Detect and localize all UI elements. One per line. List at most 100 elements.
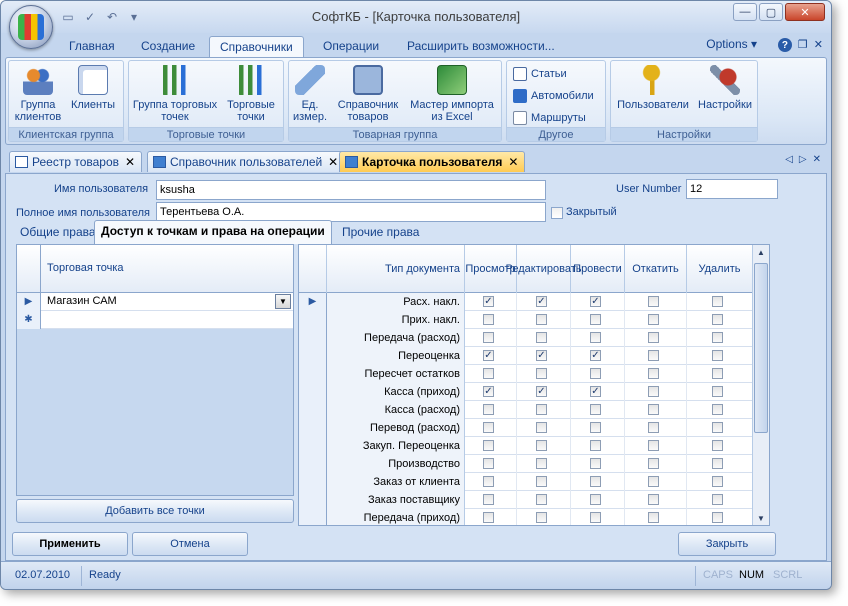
product-catalog-button[interactable]: Справочник товаров [333, 65, 403, 123]
unchecked-checkbox[interactable] [590, 476, 601, 487]
tab-general-rights[interactable]: Общие права [14, 222, 102, 244]
unchecked-checkbox[interactable] [536, 368, 547, 379]
apply-button[interactable]: Применить [12, 532, 128, 556]
unchecked-checkbox[interactable] [648, 368, 659, 379]
unchecked-checkbox[interactable] [590, 458, 601, 469]
unchecked-checkbox[interactable] [648, 350, 659, 361]
unchecked-checkbox[interactable] [648, 314, 659, 325]
tab-operations[interactable]: Операции [313, 36, 389, 57]
maximize-button[interactable]: ▢ [759, 3, 783, 21]
unchecked-checkbox[interactable] [712, 404, 723, 415]
unchecked-checkbox[interactable] [483, 494, 494, 505]
unchecked-checkbox[interactable] [590, 494, 601, 505]
tab-point-access[interactable]: Доступ к точкам и права на операции [94, 220, 332, 244]
checked-checkbox[interactable]: ✓ [483, 350, 494, 361]
unchecked-checkbox[interactable] [712, 494, 723, 505]
vertical-scrollbar[interactable]: ▲ ▼ [752, 245, 769, 525]
table-row[interactable]: ▶ Расх. накл. ✓ ✓ ✓ [299, 293, 753, 311]
table-row[interactable]: Переоценка ✓ ✓ ✓ [299, 347, 753, 365]
close-tab-icon[interactable]: ✕ [125, 152, 135, 172]
close-tab-icon[interactable]: ✕ [328, 152, 338, 172]
unchecked-checkbox[interactable] [536, 314, 547, 325]
checked-checkbox[interactable]: ✓ [483, 296, 494, 307]
tab-references[interactable]: Справочники [209, 36, 304, 57]
unchecked-checkbox[interactable] [590, 422, 601, 433]
users-button[interactable]: Пользователи [613, 65, 693, 111]
unchecked-checkbox[interactable] [590, 404, 601, 415]
checked-checkbox[interactable]: ✓ [590, 386, 601, 397]
checked-checkbox[interactable]: ✓ [536, 296, 547, 307]
unchecked-checkbox[interactable] [648, 440, 659, 451]
unchecked-checkbox[interactable] [590, 440, 601, 451]
table-row[interactable]: Производство [299, 455, 753, 473]
unchecked-checkbox[interactable] [590, 368, 601, 379]
unchecked-checkbox[interactable] [712, 422, 723, 433]
table-row[interactable]: Касса (приход) ✓ ✓ ✓ [299, 383, 753, 401]
checked-checkbox[interactable]: ✓ [590, 296, 601, 307]
unchecked-checkbox[interactable] [648, 296, 659, 307]
cars-button[interactable]: Автомобили [513, 87, 594, 105]
checked-checkbox[interactable]: ✓ [536, 386, 547, 397]
unchecked-checkbox[interactable] [483, 332, 494, 343]
user-number-input[interactable]: 12 [686, 179, 778, 199]
tab-other-rights[interactable]: Прочие права [336, 222, 425, 244]
unchecked-checkbox[interactable] [712, 368, 723, 379]
unchecked-checkbox[interactable] [536, 458, 547, 469]
table-row[interactable]: Закуп. Переоценка [299, 437, 753, 455]
unchecked-checkbox[interactable] [648, 332, 659, 343]
tab-next-icon[interactable]: ▷ [799, 154, 807, 165]
unchecked-checkbox[interactable] [536, 476, 547, 487]
unchecked-checkbox[interactable] [712, 386, 723, 397]
checked-checkbox[interactable]: ✓ [536, 350, 547, 361]
unchecked-checkbox[interactable] [536, 404, 547, 415]
routes-button[interactable]: Маршруты [513, 109, 586, 127]
unchecked-checkbox[interactable] [712, 332, 723, 343]
scroll-down-icon[interactable]: ▼ [753, 511, 769, 525]
unchecked-checkbox[interactable] [590, 332, 601, 343]
column-header-doc-type[interactable]: Тип документа [327, 245, 465, 293]
unchecked-checkbox[interactable] [712, 512, 723, 523]
table-row[interactable]: Передача (расход) [299, 329, 753, 347]
table-row[interactable]: Заказ от клиента [299, 473, 753, 491]
unchecked-checkbox[interactable] [483, 404, 494, 415]
column-header-post[interactable]: Провести [571, 245, 625, 293]
checked-checkbox[interactable]: ✓ [590, 350, 601, 361]
unchecked-checkbox[interactable] [648, 386, 659, 397]
restore-icon[interactable]: ❐ [798, 38, 808, 52]
username-input[interactable]: ksusha [156, 180, 546, 200]
checked-checkbox[interactable]: ✓ [483, 386, 494, 397]
tab-prev-icon[interactable]: ◁ [785, 154, 793, 165]
scroll-up-icon[interactable]: ▲ [753, 245, 769, 261]
unchecked-checkbox[interactable] [483, 476, 494, 487]
help-icon[interactable]: ? [777, 38, 792, 52]
table-row[interactable]: ▶ Магазин САМ ▼ [17, 293, 293, 311]
unchecked-checkbox[interactable] [712, 314, 723, 325]
unchecked-checkbox[interactable] [536, 332, 547, 343]
minimize-button[interactable]: — [733, 3, 757, 21]
tab-extend[interactable]: Расширить возможности... [397, 36, 565, 57]
scroll-thumb[interactable] [754, 263, 768, 433]
new-row[interactable]: ✱ [17, 311, 293, 329]
unchecked-checkbox[interactable] [712, 458, 723, 469]
unchecked-checkbox[interactable] [648, 422, 659, 433]
tab-create[interactable]: Создание [131, 36, 205, 57]
unchecked-checkbox[interactable] [590, 314, 601, 325]
options-menu[interactable]: Options ▾ [706, 37, 757, 51]
unchecked-checkbox[interactable] [712, 476, 723, 487]
clients-button[interactable]: Клиенты [67, 65, 119, 111]
units-button[interactable]: Ед. измер. [289, 65, 331, 123]
client-group-button[interactable]: Группа клиентов [13, 65, 63, 123]
table-row[interactable]: Перевод (расход) [299, 419, 753, 437]
trade-point-group-button[interactable]: Группа торговых точек [131, 65, 219, 123]
close-button[interactable]: Закрыть [678, 532, 776, 556]
app-menu-button[interactable] [9, 5, 53, 49]
unchecked-checkbox[interactable] [712, 440, 723, 451]
close-icon[interactable]: ✕ [814, 38, 823, 52]
unchecked-checkbox[interactable] [590, 512, 601, 523]
unchecked-checkbox[interactable] [648, 404, 659, 415]
settings-button[interactable]: Настройки [693, 65, 757, 111]
column-header-rollback[interactable]: Откатить [625, 245, 687, 293]
dropdown-arrow-icon[interactable]: ▼ [275, 294, 291, 309]
unchecked-checkbox[interactable] [712, 350, 723, 361]
fullname-input[interactable]: Терентьева О.А. [156, 202, 546, 222]
